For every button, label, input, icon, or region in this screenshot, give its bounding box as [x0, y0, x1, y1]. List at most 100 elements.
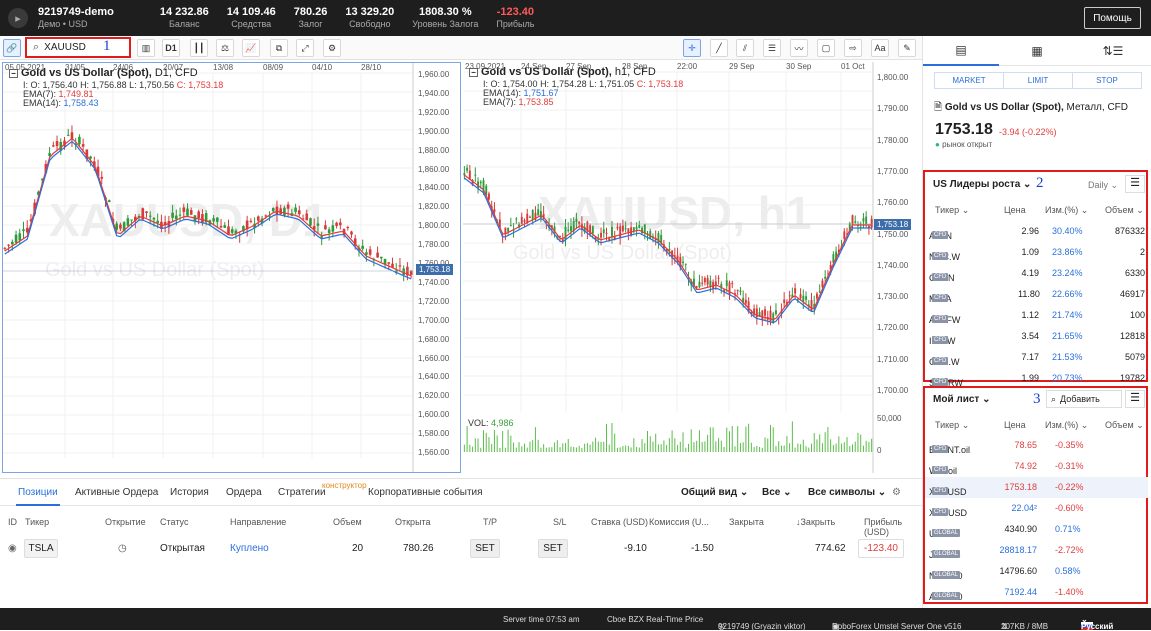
- col-change[interactable]: Изм.(%) ⌄: [1045, 205, 1088, 216]
- trendline-icon[interactable]: ╱: [710, 39, 728, 57]
- tab-strategies[interactable]: Стратегии: [278, 487, 326, 498]
- add-symbol-input[interactable]: ⌕ Добавить: [1046, 390, 1122, 408]
- col-direction[interactable]: Направление: [230, 517, 286, 527]
- compare-icon[interactable]: ⚖: [216, 39, 234, 57]
- col-ticker[interactable]: Тикер ⌄: [935, 205, 969, 216]
- text-tool-button[interactable]: Aa: [871, 39, 889, 57]
- view-dropdown[interactable]: Общий вид ⌄: [681, 487, 748, 498]
- order-type-market[interactable]: MARKET: [934, 72, 1004, 89]
- wave-icon[interactable]: 〰: [790, 39, 808, 57]
- col-sl[interactable]: S/L: [553, 517, 567, 527]
- col-volume[interactable]: Объем ⌄: [1105, 205, 1144, 216]
- set-tp-button[interactable]: SET: [470, 539, 500, 558]
- candle-body: [148, 215, 152, 217]
- crosshair-icon[interactable]: ✛: [683, 39, 701, 57]
- list-item[interactable]: XAGUSDCFD 22.04² -0.60%: [925, 498, 1148, 519]
- col-opened[interactable]: Открыта: [395, 517, 431, 527]
- candle-body: [11, 241, 14, 245]
- link-icon[interactable]: 🔗: [3, 39, 21, 57]
- filter-dropdown[interactable]: Все ⌄: [762, 487, 792, 498]
- list-item[interactable]: INDIWCFD 3.54 21.65% 12818: [925, 326, 1148, 347]
- language-selector[interactable]: Русский ⌄: [1081, 615, 1113, 631]
- eye-icon[interactable]: ◉: [8, 543, 17, 554]
- symbol-search-input[interactable]: ⌕ XAUUSD: [25, 37, 131, 58]
- symbols-dropdown[interactable]: Все символы ⌄: [808, 487, 886, 498]
- order-ticket-tab-icon[interactable]: ▤: [923, 36, 999, 66]
- col-profit[interactable]: Прибыль (USD): [864, 517, 922, 537]
- x-axis-tick: 08/09: [263, 63, 284, 72]
- sort-list-tab-icon[interactable]: ⇅☰: [1075, 36, 1151, 66]
- chart-toolbar: 🔗 ⌕ XAUUSD 1 ▥ D1 ┃┃ ⚖ 📈 ⧉ ⤢ ⚙ ✛ ╱ ⫽ ☰ 〰…: [0, 36, 922, 60]
- settings-gear-icon[interactable]: ⚙: [323, 39, 341, 57]
- list-item[interactable]: MDIACFD 11.80 22.66% 46917: [925, 284, 1148, 305]
- quote-tab-icon[interactable]: ▦: [999, 36, 1075, 66]
- tab-history[interactable]: История: [170, 487, 209, 498]
- change: 0.58%: [1055, 566, 1081, 576]
- col-commission[interactable]: Комиссия (U...: [649, 517, 709, 527]
- tab-positions[interactable]: Позиции: [16, 487, 60, 506]
- col-rate[interactable]: Ставка (USD): [591, 517, 648, 527]
- col-status[interactable]: Статус: [160, 517, 188, 527]
- list-item[interactable]: ALZNCFD 2.96 30.40% 876332: [925, 221, 1148, 242]
- list-item[interactable]: NGC.WCFD 1.09 23.86% 2: [925, 242, 1148, 263]
- col-ticker[interactable]: Тикер: [25, 517, 49, 527]
- col-price[interactable]: Цена: [1004, 205, 1026, 215]
- period-dropdown[interactable]: Daily ⌄: [1088, 180, 1118, 191]
- menu-icon[interactable]: ☰: [1125, 390, 1145, 408]
- list-item[interactable]: GEN.WCFD 7.17 21.53% 5079: [925, 347, 1148, 368]
- col-close[interactable]: ↓Закрыть: [796, 517, 835, 527]
- tab-active-orders[interactable]: Активные Ордера: [75, 487, 158, 498]
- list-item[interactable]: NAS100GLOBAL 14796.60 0.58%: [925, 561, 1148, 582]
- list-item[interactable]: ATNFWCFD 1.12 21.74% 100: [925, 305, 1148, 326]
- list-item[interactable]: CRKNCFD 4.19 23.24% 6330: [925, 263, 1148, 284]
- account-switcher[interactable]: ▸ 9219749-demo Демо • USD: [0, 0, 131, 36]
- col-ticker[interactable]: Тикер ⌄: [935, 420, 969, 431]
- col-price[interactable]: Цена: [1004, 420, 1026, 430]
- menu-icon[interactable]: ☰: [1125, 175, 1145, 193]
- order-type-limit[interactable]: LIMIT: [1003, 72, 1073, 89]
- col-change[interactable]: Изм.(%) ⌄: [1045, 420, 1088, 431]
- col-volume[interactable]: Объем: [333, 517, 362, 527]
- list-item[interactable]: WTI.oilCFD 74.92 -0.31%: [925, 456, 1148, 477]
- brush-icon[interactable]: ✎: [898, 39, 916, 57]
- timeframe-button[interactable]: D1: [162, 39, 180, 57]
- candle-body: [339, 222, 342, 226]
- panel-settings-icon[interactable]: ⚙: [892, 487, 901, 498]
- list-item[interactable]: BRENT.oil CFD 78.65 -0.35%: [925, 435, 1148, 456]
- mylist-title-dropdown[interactable]: Мой лист ⌄: [933, 394, 991, 405]
- constructor-link[interactable]: конструктор: [322, 481, 367, 490]
- arrow-icon[interactable]: ⇨: [844, 39, 862, 57]
- indicators-icon[interactable]: 📈: [242, 39, 260, 57]
- set-sl-button[interactable]: SET: [538, 539, 568, 558]
- stat-profit: -123.40 Прибыль: [496, 6, 535, 29]
- candles-icon[interactable]: ┃┃: [190, 39, 208, 57]
- rectangle-icon[interactable]: ▢: [817, 39, 835, 57]
- col-tp[interactable]: T/P: [483, 517, 497, 527]
- tab-orders[interactable]: Ордера: [226, 487, 262, 498]
- tab-corporate-events[interactable]: Корпоративные события: [368, 487, 483, 498]
- list-item[interactable]: JPY225GLOBAL 28818.17 -2.72%: [925, 540, 1148, 561]
- list-item[interactable]: US500GLOBAL 4340.90 0.71%: [925, 519, 1148, 540]
- fullscreen-icon[interactable]: ⤢: [296, 39, 314, 57]
- fibonacci-icon[interactable]: ☰: [763, 39, 781, 57]
- list-item[interactable]: XAUUSDCFD 1753.18 -0.22%: [925, 477, 1148, 498]
- ticker-badge[interactable]: TSLA: [24, 539, 58, 558]
- col-open-time[interactable]: Открытие: [105, 517, 146, 527]
- chart-d1[interactable]: XAUUSD, D1 Gold vs US Dollar (Spot) − Gol…: [2, 62, 461, 473]
- templates-icon[interactable]: ⧉: [270, 39, 288, 57]
- x-axis-tick: 28/10: [361, 63, 382, 72]
- chart-d1-canvas[interactable]: [3, 63, 461, 473]
- col-closed[interactable]: Закрыта: [729, 517, 764, 527]
- gainers-title-dropdown[interactable]: US Лидеры роста ⌄: [933, 179, 1031, 190]
- candle-body: [249, 220, 253, 222]
- channel-icon[interactable]: ⫽: [736, 39, 754, 57]
- candle-body: [22, 229, 25, 232]
- chart-h1-canvas[interactable]: [463, 62, 921, 473]
- layout-icon[interactable]: ▥: [137, 39, 155, 57]
- change: 23.86%: [1052, 247, 1083, 257]
- list-item[interactable]: AUS200GLOBAL 7192.44 -1.40%: [925, 582, 1148, 603]
- col-volume[interactable]: Объем ⌄: [1105, 420, 1144, 431]
- order-type-stop[interactable]: STOP: [1072, 72, 1142, 89]
- chart-h1[interactable]: XAUUSD, h1 Gold vs US Dollar (Spot) − Gol…: [463, 62, 921, 473]
- help-button[interactable]: Помощь: [1084, 7, 1141, 29]
